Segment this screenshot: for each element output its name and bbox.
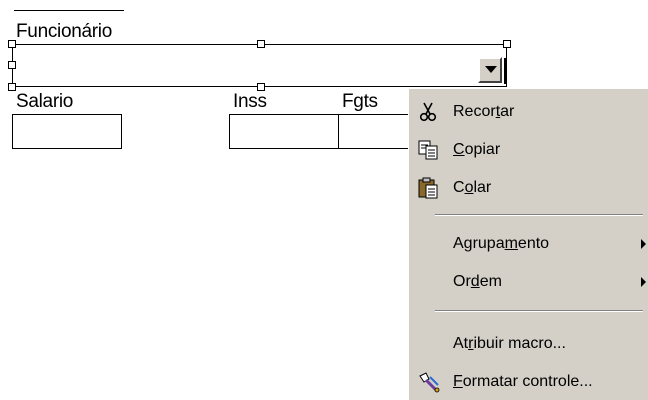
paste-icon bbox=[417, 177, 441, 199]
fgts-textbox[interactable] bbox=[338, 114, 410, 149]
fgts-label: Fgts bbox=[342, 91, 378, 112]
selection-handle-bottom-center[interactable] bbox=[257, 83, 265, 91]
menu-item-label: Recortar bbox=[453, 103, 515, 120]
menu-item-atribuir-macro[interactable]: Atribuir macro... bbox=[409, 327, 648, 361]
salario-label: Salario bbox=[16, 91, 74, 112]
menu-item-label: Ordem bbox=[453, 273, 502, 290]
combobox-dropdown-button[interactable] bbox=[478, 57, 502, 83]
top-divider bbox=[14, 10, 124, 11]
menu-item-label: Atribuir macro... bbox=[453, 335, 566, 352]
menu-item-agrupamento[interactable]: Agrupamento bbox=[409, 227, 648, 261]
copy-icon bbox=[417, 139, 441, 161]
selection-handle-top-left[interactable] bbox=[8, 40, 16, 48]
menu-item-ordem[interactable]: Ordem bbox=[409, 265, 648, 299]
inss-label: Inss bbox=[233, 91, 267, 112]
menu-item-formatar-controle[interactable]: Formatar controle... bbox=[409, 365, 648, 399]
menu-item-label: Agrupamento bbox=[453, 235, 550, 252]
selection-handle-top-right[interactable] bbox=[503, 40, 511, 48]
menu-item-label: Formatar controle... bbox=[453, 373, 593, 390]
scissors-icon bbox=[417, 101, 441, 123]
selection-handle-top-center[interactable] bbox=[257, 40, 265, 48]
chevron-down-icon bbox=[485, 66, 497, 73]
salario-textbox[interactable] bbox=[12, 114, 122, 149]
selection-handle-middle-left[interactable] bbox=[8, 61, 16, 69]
menu-separator bbox=[435, 214, 643, 216]
menu-item-recortar[interactable]: Recortar bbox=[409, 95, 648, 129]
menu-item-label: Colar bbox=[453, 179, 492, 196]
menu-item-copiar[interactable]: Copiar bbox=[409, 133, 648, 167]
selection-handle-bottom-left[interactable] bbox=[8, 83, 16, 91]
submenu-arrow-icon bbox=[641, 239, 646, 249]
menu-item-label: Copiar bbox=[453, 141, 501, 158]
menu-separator bbox=[435, 310, 643, 312]
combobox-edge bbox=[504, 58, 507, 84]
funcionario-label: Funcionário bbox=[16, 21, 112, 42]
inss-textbox[interactable] bbox=[229, 114, 339, 149]
funcionario-combobox[interactable] bbox=[12, 44, 507, 87]
context-menu: Recortar Copiar Colar Agrupamento Ordem … bbox=[408, 88, 648, 400]
format-control-icon bbox=[417, 371, 441, 393]
menu-item-colar[interactable]: Colar bbox=[409, 171, 648, 205]
submenu-arrow-icon bbox=[641, 277, 646, 287]
